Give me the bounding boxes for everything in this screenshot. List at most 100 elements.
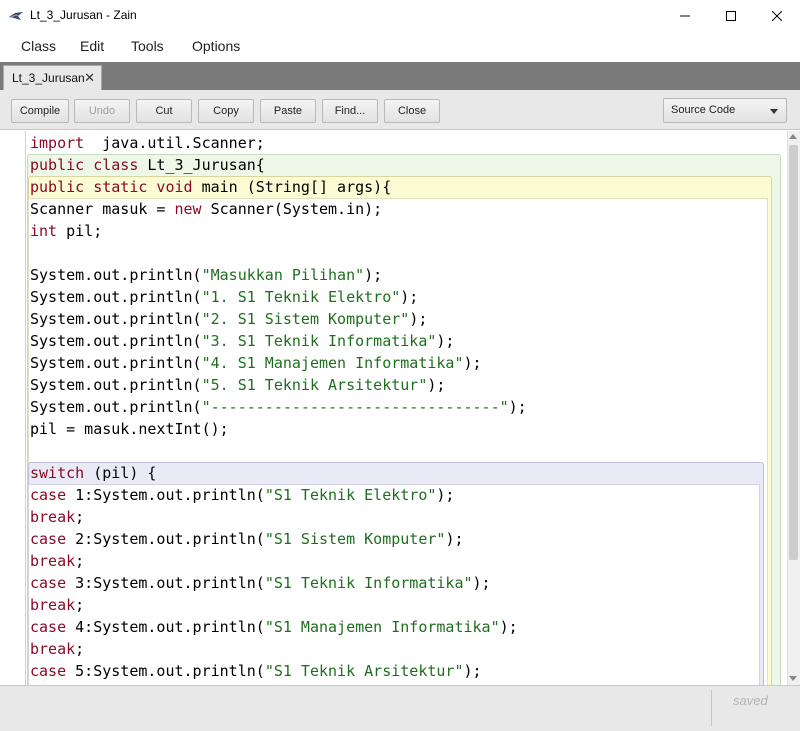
code-text: System.out.println( [30, 354, 202, 372]
code-text: System.out.println( [30, 332, 202, 350]
code-editor[interactable]: import java.util.Scanner; public class Lt… [0, 131, 800, 685]
find-button[interactable]: Find... [322, 99, 378, 123]
cut-button[interactable]: Cut [136, 99, 192, 123]
menu-options[interactable]: Options [192, 38, 240, 54]
code-string: "3. S1 Teknik Informatika" [201, 332, 437, 350]
code-text: ); [445, 530, 464, 548]
code-text: 3:System.out.println( [66, 574, 265, 592]
code-keyword: break [30, 552, 76, 570]
code-text: Scanner masuk = [30, 200, 175, 218]
code-line[interactable]: case 1:System.out.println("S1 Teknik Ele… [30, 484, 527, 506]
code-string: "Masukkan Pilihan" [201, 266, 365, 284]
status-bar: saved [0, 685, 800, 731]
compile-button[interactable]: Compile [11, 99, 69, 123]
chevron-down-icon [770, 109, 778, 114]
code-line[interactable]: ​ [30, 242, 527, 264]
code-line[interactable]: System.out.println("2. S1 Sistem Kompute… [30, 308, 527, 330]
code-line[interactable]: pil = masuk.nextInt(); [30, 418, 527, 440]
code-text: Lt_3_Jurusan{ [138, 156, 265, 174]
view-mode-label: Source Code [671, 104, 736, 116]
code-text: pil = masuk.nextInt(); [30, 420, 229, 438]
undo-button[interactable]: Undo [74, 99, 130, 123]
view-mode-select[interactable]: Source Code [663, 98, 787, 123]
tab-close-icon[interactable]: ✕ [84, 70, 95, 86]
code-text: 1:System.out.println( [66, 486, 265, 504]
code-string: "4. S1 Manajemen Informatika" [201, 354, 464, 372]
scroll-up-icon[interactable] [789, 134, 797, 139]
code-keyword: break [30, 508, 76, 526]
code-line[interactable]: System.out.println("1. S1 Teknik Elektro… [30, 286, 527, 308]
code-text: 5:System.out.println( [66, 662, 265, 680]
code-line[interactable]: public static void main (String[] args){ [30, 176, 527, 198]
code-line[interactable]: import java.util.Scanner; [30, 132, 527, 154]
code-line[interactable]: System.out.println("3. S1 Teknik Informa… [30, 330, 527, 352]
code-text: ); [508, 398, 527, 416]
code-text: System.out.println( [30, 266, 202, 284]
code-line[interactable]: break; [30, 550, 527, 572]
copy-button[interactable]: Copy [198, 99, 254, 123]
code-keyword: public static void [30, 178, 193, 196]
code-line[interactable]: Scanner masuk = new Scanner(System.in); [30, 198, 527, 220]
code-keyword: public class [30, 156, 139, 174]
code-line[interactable]: ​ [30, 440, 527, 462]
code-text: ); [463, 662, 482, 680]
scrollbar-thumb[interactable] [789, 145, 798, 560]
code-keyword: case [30, 574, 67, 592]
code-text: ; [75, 640, 85, 658]
code-text: ); [400, 288, 419, 306]
code-keyword: case [30, 618, 67, 636]
tab-label: Lt_3_Jurusan [12, 71, 85, 85]
code-text: System.out.println( [30, 288, 202, 306]
code-line[interactable]: System.out.println("5. S1 Teknik Arsitek… [30, 374, 527, 396]
code-string: "--------------------------------" [201, 398, 509, 416]
code-keyword: int [30, 222, 58, 240]
menu-class[interactable]: Class [21, 38, 56, 54]
code-text: ); [436, 486, 455, 504]
code-keyword: case [30, 662, 67, 680]
bluej-bird-icon [8, 8, 24, 24]
menu-edit[interactable]: Edit [80, 38, 104, 54]
status-divider [711, 690, 712, 726]
code-keyword: case [30, 530, 67, 548]
code-text: Scanner(System.in); [201, 200, 383, 218]
scroll-down-icon[interactable] [789, 676, 797, 681]
maximize-button[interactable] [708, 0, 754, 32]
code-text: ); [463, 354, 482, 372]
code-line[interactable]: break; [30, 506, 527, 528]
code-line[interactable]: case 2:System.out.println("S1 Sistem Kom… [30, 528, 527, 550]
code-text: ); [499, 618, 518, 636]
code-line[interactable]: public class Lt_3_Jurusan{ [30, 154, 527, 176]
code-line[interactable]: int pil; [30, 220, 527, 242]
line-gutter[interactable] [0, 131, 26, 685]
code-string: "S1 Teknik Arsitektur" [264, 662, 464, 680]
code-keyword: break [30, 596, 76, 614]
minimize-icon [680, 11, 690, 21]
toolbar: Compile Undo Cut Copy Paste Find... Clos… [0, 90, 800, 130]
tab-lt-3-jurusan[interactable]: Lt_3_Jurusan ✕ [3, 65, 102, 90]
window-close-button[interactable] [754, 0, 800, 32]
code-line[interactable]: System.out.println("Masukkan Pilihan"); [30, 264, 527, 286]
save-status: saved [733, 693, 768, 708]
code-line[interactable]: break; [30, 638, 527, 660]
code-text: ; [75, 596, 85, 614]
code-string: "S1 Teknik Elektro" [264, 486, 437, 504]
code-line[interactable]: break; [30, 594, 527, 616]
close-icon [772, 11, 782, 21]
source-code[interactable]: import java.util.Scanner; public class Lt… [30, 132, 527, 682]
code-string: "S1 Teknik Informatika" [264, 574, 473, 592]
code-line[interactable]: case 5:System.out.println("S1 Teknik Ars… [30, 660, 527, 682]
code-string: "2. S1 Sistem Komputer" [201, 310, 410, 328]
code-line[interactable]: case 4:System.out.println("S1 Manajemen … [30, 616, 527, 638]
maximize-icon [726, 11, 736, 21]
code-text: 2:System.out.println( [66, 530, 265, 548]
code-line[interactable]: System.out.println("--------------------… [30, 396, 527, 418]
code-line[interactable]: switch (pil) { [30, 462, 527, 484]
code-text: (pil) { [84, 464, 157, 482]
code-text: ); [427, 376, 446, 394]
code-line[interactable]: System.out.println("4. S1 Manajemen Info… [30, 352, 527, 374]
minimize-button[interactable] [662, 0, 708, 32]
paste-button[interactable]: Paste [260, 99, 316, 123]
menu-tools[interactable]: Tools [131, 38, 164, 54]
close-button[interactable]: Close [384, 99, 440, 123]
code-line[interactable]: case 3:System.out.println("S1 Teknik Inf… [30, 572, 527, 594]
